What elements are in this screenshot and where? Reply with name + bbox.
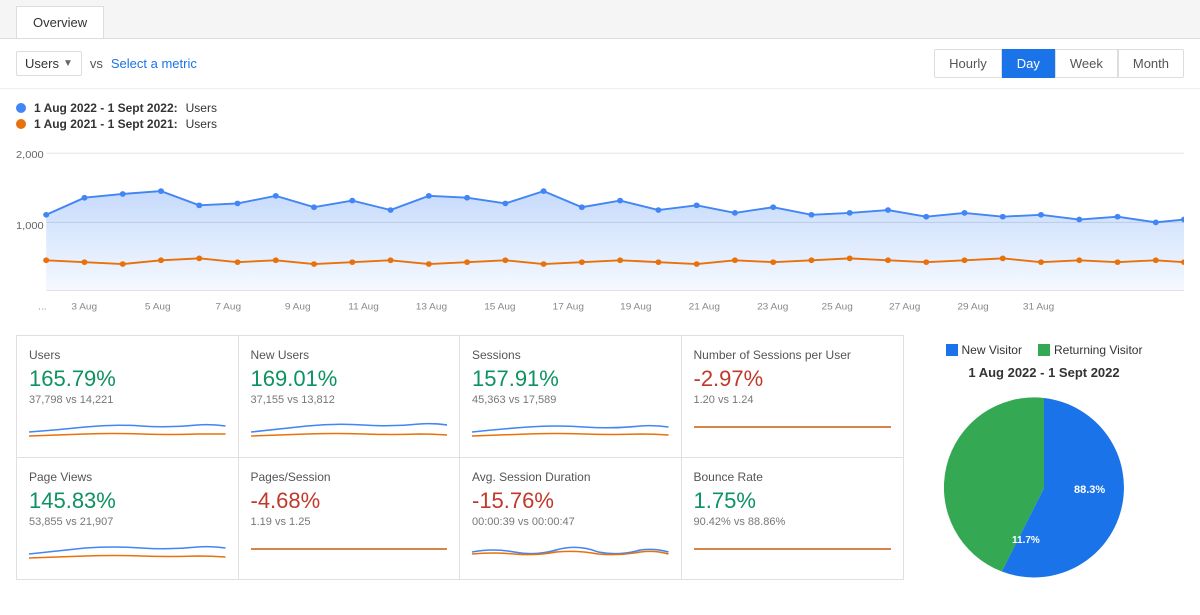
metric-card-pages-session: Pages/Session -4.68% 1.19 vs 1.25: [239, 458, 461, 579]
pie-legend-new-visitor: New Visitor: [946, 343, 1022, 357]
metric-label-bounce-rate: Bounce Rate: [694, 470, 892, 484]
tab-overview[interactable]: Overview: [16, 6, 104, 38]
time-buttons: Hourly Day Week Month: [934, 49, 1184, 78]
metric-value-users: 165.79%: [29, 366, 226, 392]
svg-text:11 Aug: 11 Aug: [348, 302, 379, 313]
metric-sub-page-views: 53,855 vs 21,907: [29, 516, 226, 528]
svg-text:9 Aug: 9 Aug: [285, 302, 311, 313]
svg-text:15 Aug: 15 Aug: [484, 302, 515, 313]
svg-text:27 Aug: 27 Aug: [889, 302, 920, 313]
pie-section: New Visitor Returning Visitor 1 Aug 2022…: [904, 335, 1184, 599]
legend-item-current: 1 Aug 2022 - 1 Sept 2022: Users: [16, 101, 1184, 115]
metric-sub-bounce-rate: 90.42% vs 88.86%: [694, 516, 892, 528]
legend-date-1: 1 Aug 2022 - 1 Sept 2022:: [34, 101, 178, 115]
legend-item-previous: 1 Aug 2021 - 1 Sept 2021: Users: [16, 117, 1184, 131]
chart-container: 2,000 1,000: [16, 139, 1184, 319]
metric-card-users: Users 165.79% 37,798 vs 14,221: [17, 336, 239, 458]
metric-label-avg-session: Avg. Session Duration: [472, 470, 669, 484]
time-btn-month[interactable]: Month: [1118, 49, 1184, 78]
svg-text:1,000: 1,000: [16, 220, 44, 232]
svg-text:3 Aug: 3 Aug: [71, 302, 97, 313]
metric-sub-users: 37,798 vs 14,221: [29, 394, 226, 406]
metric-label: Users: [25, 56, 59, 71]
svg-text:25 Aug: 25 Aug: [822, 302, 853, 313]
metric-value-avg-session: -15.76%: [472, 488, 669, 514]
metrics-grid: Users 165.79% 37,798 vs 14,221 New Users…: [16, 335, 904, 580]
controls-bar: Users ▼ vs Select a metric Hourly Day We…: [0, 39, 1200, 89]
legend-date-2: 1 Aug 2021 - 1 Sept 2021:: [34, 117, 178, 131]
svg-text:21 Aug: 21 Aug: [689, 302, 720, 313]
metric-sub-sessions: 45,363 vs 17,589: [472, 394, 669, 406]
legend-dot-blue: [16, 103, 26, 113]
time-btn-day[interactable]: Day: [1002, 49, 1055, 78]
legend-label-1: Users: [186, 101, 217, 115]
metric-sub-new-users: 37,155 vs 13,812: [251, 394, 448, 406]
pie-chart: 88.3% 11.7%: [944, 388, 1144, 591]
svg-text:23 Aug: 23 Aug: [757, 302, 788, 313]
legend-dot-orange: [16, 119, 26, 129]
svg-text:29 Aug: 29 Aug: [957, 302, 988, 313]
metric-value-sessions: 157.91%: [472, 366, 669, 392]
metric-card-new-users: New Users 169.01% 37,155 vs 13,812: [239, 336, 461, 458]
metric-card-sessions-per-user: Number of Sessions per User -2.97% 1.20 …: [682, 336, 904, 458]
vs-text: vs: [90, 56, 103, 71]
pie-legend-label-returning: Returning Visitor: [1054, 343, 1143, 357]
metric-value-pages-session: -4.68%: [251, 488, 448, 514]
time-btn-hourly[interactable]: Hourly: [934, 49, 1002, 78]
metric-card-avg-session: Avg. Session Duration -15.76% 00:00:39 v…: [460, 458, 682, 579]
line-chart: 2,000 1,000: [16, 139, 1184, 319]
metric-card-page-views: Page Views 145.83% 53,855 vs 21,907: [17, 458, 239, 579]
metric-label-page-views: Page Views: [29, 470, 226, 484]
metrics-section: Users 165.79% 37,798 vs 14,221 New Users…: [0, 319, 1200, 615]
svg-text:19 Aug: 19 Aug: [620, 302, 651, 313]
metric-label-sessions: Sessions: [472, 348, 669, 362]
tab-bar: Overview: [0, 0, 1200, 39]
svg-text:2,000: 2,000: [16, 149, 44, 161]
chart-legend: 1 Aug 2022 - 1 Sept 2022: Users 1 Aug 20…: [16, 101, 1184, 131]
svg-text:7 Aug: 7 Aug: [215, 302, 241, 313]
svg-text:11.7%: 11.7%: [1012, 535, 1040, 546]
select-metric-link[interactable]: Select a metric: [111, 56, 197, 71]
svg-text:5 Aug: 5 Aug: [145, 302, 171, 313]
metric-label-new-users: New Users: [251, 348, 448, 362]
metric-sub-avg-session: 00:00:39 vs 00:00:47: [472, 516, 669, 528]
metric-value-bounce-rate: 1.75%: [694, 488, 892, 514]
metric-label-pages-session: Pages/Session: [251, 470, 448, 484]
metric-dropdown[interactable]: Users ▼: [16, 51, 82, 76]
chart-section: 1 Aug 2022 - 1 Sept 2022: Users 1 Aug 20…: [0, 89, 1200, 319]
metric-sub-sessions-per-user: 1.20 vs 1.24: [694, 394, 892, 406]
pie-legend-label-new: New Visitor: [962, 343, 1022, 357]
metric-value-sessions-per-user: -2.97%: [694, 366, 892, 392]
pie-title: 1 Aug 2022 - 1 Sept 2022: [968, 365, 1119, 380]
metric-card-sessions: Sessions 157.91% 45,363 vs 17,589: [460, 336, 682, 458]
legend-label-2: Users: [186, 117, 217, 131]
svg-text:88.3%: 88.3%: [1074, 484, 1105, 496]
pie-legend-returning: Returning Visitor: [1038, 343, 1143, 357]
metric-label-users: Users: [29, 348, 226, 362]
svg-text:13 Aug: 13 Aug: [416, 302, 447, 313]
metric-label-sessions-per-user: Number of Sessions per User: [694, 348, 892, 362]
metric-sub-pages-session: 1.19 vs 1.25: [251, 516, 448, 528]
pie-legend: New Visitor Returning Visitor: [946, 343, 1143, 357]
svg-text:...: ...: [38, 302, 46, 313]
time-btn-week[interactable]: Week: [1055, 49, 1118, 78]
svg-text:17 Aug: 17 Aug: [553, 302, 584, 313]
pie-dot-new: [946, 344, 958, 356]
metrics-grid-container: Users 165.79% 37,798 vs 14,221 New Users…: [16, 335, 904, 599]
pie-dot-returning: [1038, 344, 1050, 356]
svg-text:31 Aug: 31 Aug: [1023, 302, 1054, 313]
chevron-down-icon: ▼: [63, 58, 73, 69]
controls-left: Users ▼ vs Select a metric: [16, 51, 197, 76]
metric-card-bounce-rate: Bounce Rate 1.75% 90.42% vs 88.86%: [682, 458, 904, 579]
metric-value-new-users: 169.01%: [251, 366, 448, 392]
metric-value-page-views: 145.83%: [29, 488, 226, 514]
